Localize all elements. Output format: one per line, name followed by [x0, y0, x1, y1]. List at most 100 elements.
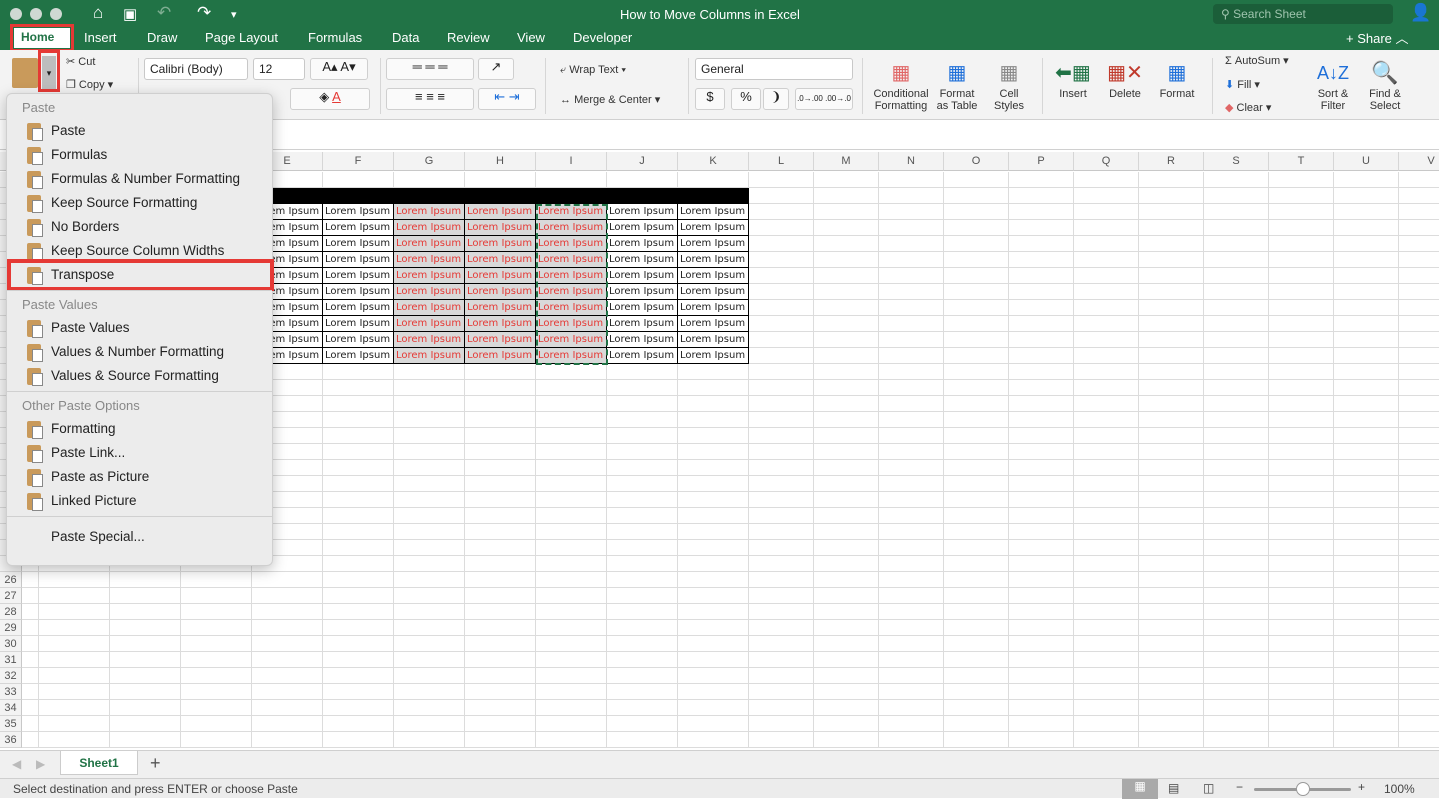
cell-o27[interactable]	[944, 588, 1009, 604]
cell-n3[interactable]	[879, 204, 944, 220]
zoom-window-button[interactable]	[50, 8, 62, 20]
cell-m22[interactable]	[814, 508, 879, 524]
cell-v24[interactable]	[1399, 540, 1439, 556]
cell-t27[interactable]	[1269, 588, 1334, 604]
cell-b36[interactable]	[39, 732, 110, 748]
cell-f29[interactable]	[323, 620, 394, 636]
cell-o6[interactable]	[944, 252, 1009, 268]
cell-h11[interactable]: Lorem Ipsum	[465, 332, 536, 348]
cell-n11[interactable]	[879, 332, 944, 348]
cell-r2[interactable]	[1139, 188, 1204, 204]
cell-n7[interactable]	[879, 268, 944, 284]
cell-j19[interactable]	[607, 460, 678, 476]
cell-r31[interactable]	[1139, 652, 1204, 668]
cell-r34[interactable]	[1139, 700, 1204, 716]
percent-button[interactable]: %	[731, 88, 761, 110]
cell-h2[interactable]	[465, 188, 536, 204]
cell-l10[interactable]	[749, 316, 814, 332]
cell-f35[interactable]	[323, 716, 394, 732]
cell-p24[interactable]	[1009, 540, 1074, 556]
cell-q7[interactable]	[1074, 268, 1139, 284]
cell-s29[interactable]	[1204, 620, 1269, 636]
cell-t8[interactable]	[1269, 284, 1334, 300]
cell-m24[interactable]	[814, 540, 879, 556]
cell-g6[interactable]: Lorem Ipsum	[394, 252, 465, 268]
cell-p23[interactable]	[1009, 524, 1074, 540]
cell-g18[interactable]	[394, 444, 465, 460]
account-icon[interactable]: 👤	[1410, 3, 1431, 23]
cell-v33[interactable]	[1399, 684, 1439, 700]
cell-u31[interactable]	[1334, 652, 1399, 668]
cell-u21[interactable]	[1334, 492, 1399, 508]
cell-h1[interactable]	[465, 172, 536, 188]
cell-f6[interactable]: Lorem Ipsum	[323, 252, 394, 268]
cell-k10[interactable]: Lorem Ipsum	[678, 316, 749, 332]
cell-b32[interactable]	[39, 668, 110, 684]
cell-a27[interactable]	[22, 588, 39, 604]
cell-r6[interactable]	[1139, 252, 1204, 268]
cell-u32[interactable]	[1334, 668, 1399, 684]
cell-u30[interactable]	[1334, 636, 1399, 652]
cell-u3[interactable]	[1334, 204, 1399, 220]
cell-v12[interactable]	[1399, 348, 1439, 364]
cell-u35[interactable]	[1334, 716, 1399, 732]
cell-o35[interactable]	[944, 716, 1009, 732]
cell-t21[interactable]	[1269, 492, 1334, 508]
cell-j6[interactable]: Lorem Ipsum	[607, 252, 678, 268]
cell-j23[interactable]	[607, 524, 678, 540]
cell-m23[interactable]	[814, 524, 879, 540]
cell-e36[interactable]	[252, 732, 323, 748]
horizontal-align-buttons[interactable]: ≡ ≡ ≡	[386, 88, 474, 110]
cell-s33[interactable]	[1204, 684, 1269, 700]
cell-o32[interactable]	[944, 668, 1009, 684]
cell-u9[interactable]	[1334, 300, 1399, 316]
scroll-sheets-right-icon[interactable]: ▶	[36, 757, 45, 771]
cell-q15[interactable]	[1074, 396, 1139, 412]
cell-o5[interactable]	[944, 236, 1009, 252]
cell-t12[interactable]	[1269, 348, 1334, 364]
cell-j20[interactable]	[607, 476, 678, 492]
cell-g19[interactable]	[394, 460, 465, 476]
cell-l26[interactable]	[749, 572, 814, 588]
cell-l24[interactable]	[749, 540, 814, 556]
decrease-decimal[interactable]: .00→.0	[825, 94, 851, 103]
page-break-view-icon[interactable]: ◫	[1203, 781, 1214, 795]
cell-a34[interactable]	[22, 700, 39, 716]
cell-r29[interactable]	[1139, 620, 1204, 636]
cell-h22[interactable]	[465, 508, 536, 524]
cell-k16[interactable]	[678, 412, 749, 428]
cell-m8[interactable]	[814, 284, 879, 300]
cell-m16[interactable]	[814, 412, 879, 428]
cell-f34[interactable]	[323, 700, 394, 716]
cell-j29[interactable]	[607, 620, 678, 636]
cell-h21[interactable]	[465, 492, 536, 508]
cell-t28[interactable]	[1269, 604, 1334, 620]
cell-i14[interactable]	[536, 380, 607, 396]
cell-v32[interactable]	[1399, 668, 1439, 684]
cell-a26[interactable]	[22, 572, 39, 588]
cell-r16[interactable]	[1139, 412, 1204, 428]
cell-f12[interactable]: Lorem Ipsum	[323, 348, 394, 364]
cell-v21[interactable]	[1399, 492, 1439, 508]
column-header-t[interactable]: T	[1269, 152, 1334, 171]
cell-s23[interactable]	[1204, 524, 1269, 540]
cell-v29[interactable]	[1399, 620, 1439, 636]
cell-o3[interactable]	[944, 204, 1009, 220]
cell-p35[interactable]	[1009, 716, 1074, 732]
cell-n17[interactable]	[879, 428, 944, 444]
cell-t23[interactable]	[1269, 524, 1334, 540]
cell-o8[interactable]	[944, 284, 1009, 300]
cell-k13[interactable]	[678, 364, 749, 380]
cell-l2[interactable]	[749, 188, 814, 204]
cell-p22[interactable]	[1009, 508, 1074, 524]
cell-o30[interactable]	[944, 636, 1009, 652]
cell-m1[interactable]	[814, 172, 879, 188]
cut-button[interactable]: ✂ Cut	[66, 56, 95, 68]
cell-t24[interactable]	[1269, 540, 1334, 556]
cell-h8[interactable]: Lorem Ipsum	[465, 284, 536, 300]
cell-e29[interactable]	[252, 620, 323, 636]
cell-u23[interactable]	[1334, 524, 1399, 540]
cell-n26[interactable]	[879, 572, 944, 588]
cell-f8[interactable]: Lorem Ipsum	[323, 284, 394, 300]
cell-s16[interactable]	[1204, 412, 1269, 428]
